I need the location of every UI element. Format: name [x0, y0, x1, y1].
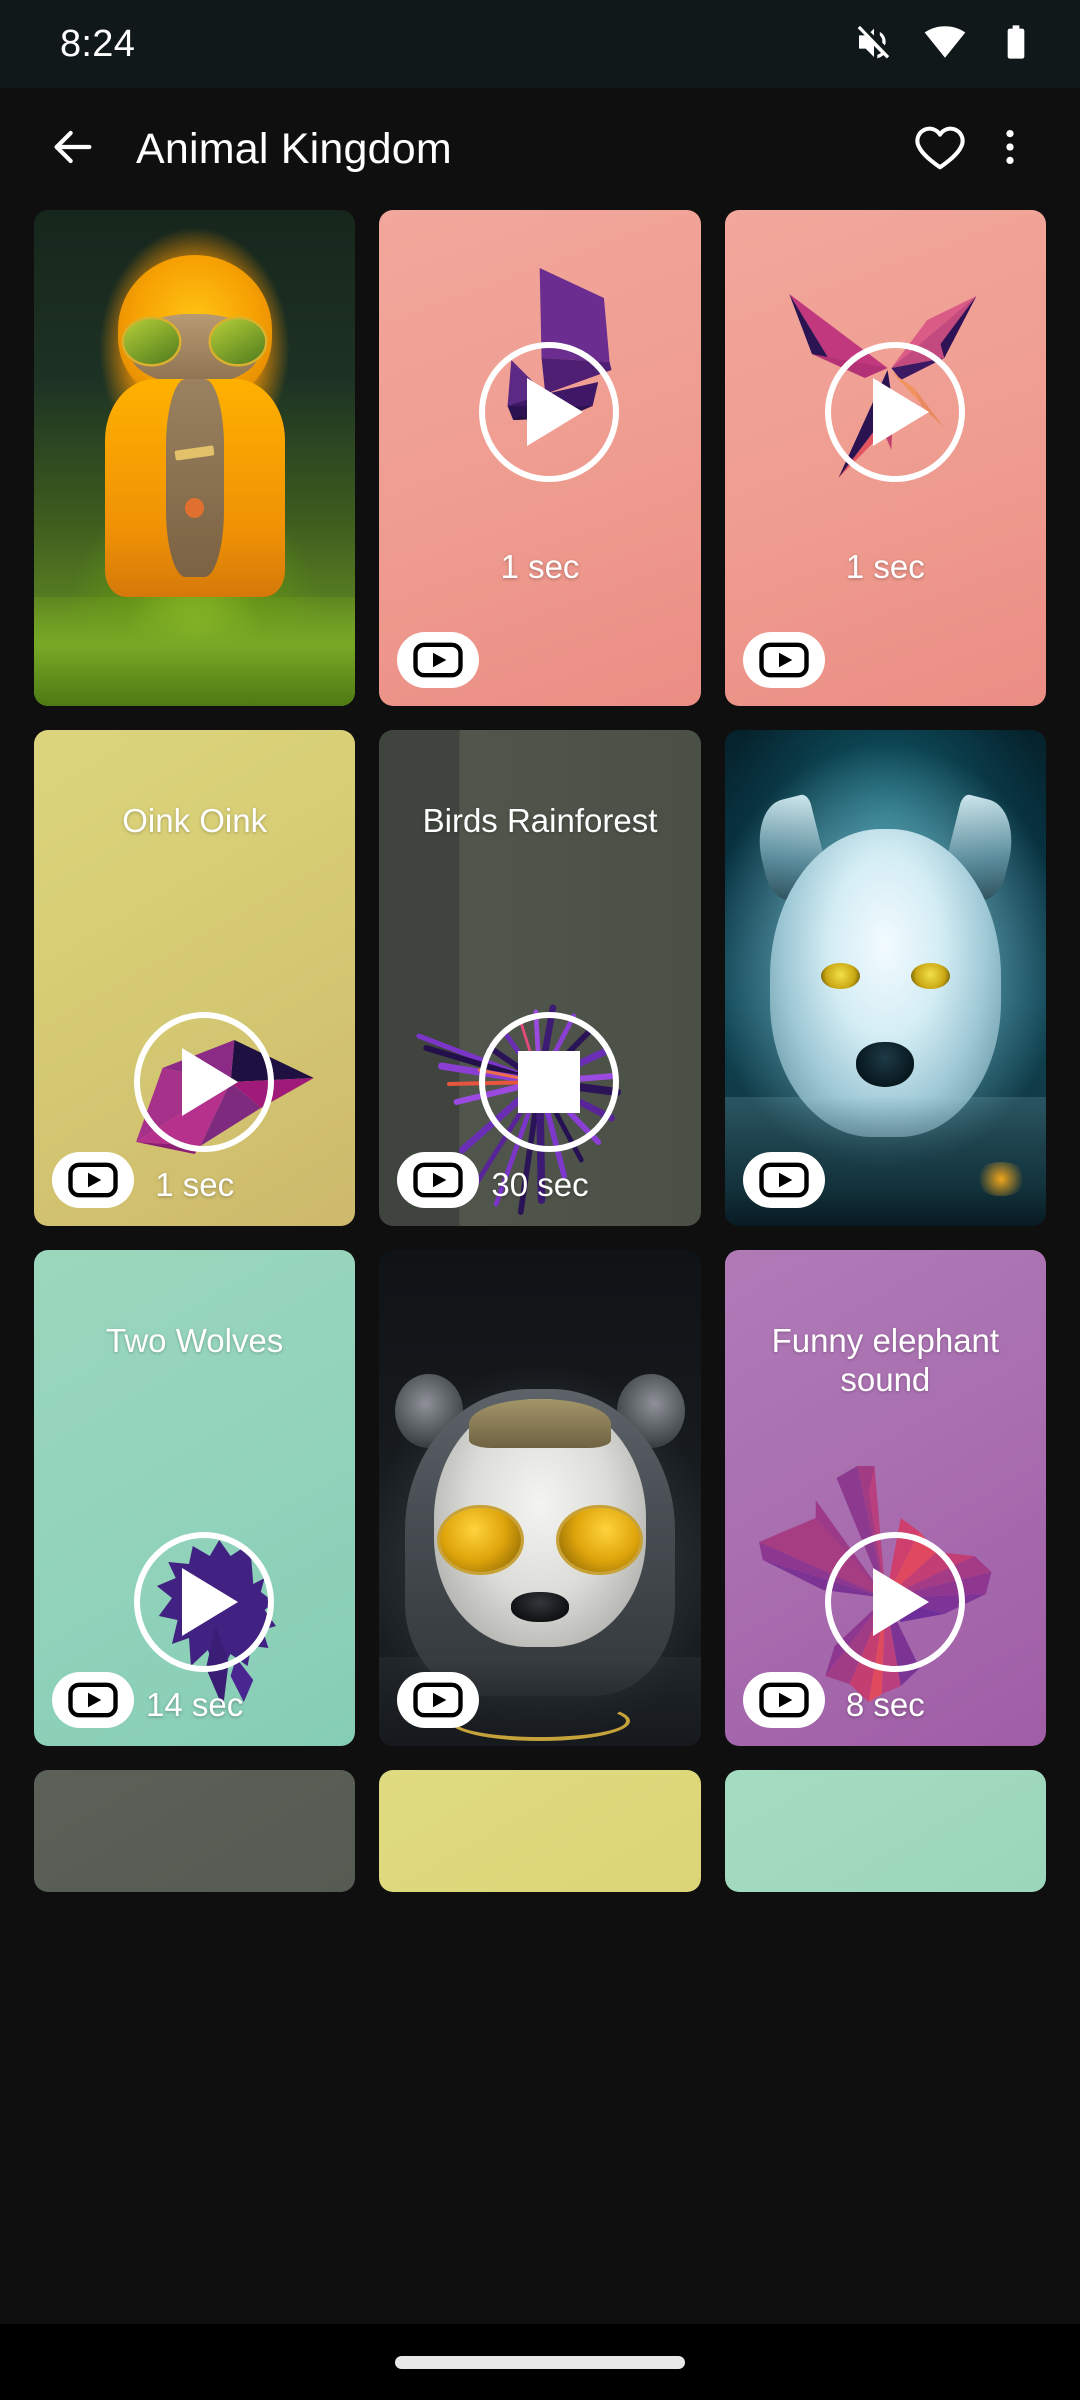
page-title: Animal Kingdom [136, 124, 452, 173]
play-triangle-icon [872, 378, 929, 446]
card-title: Funny elephant sound [771, 1322, 1000, 1398]
youtube-play-badge-icon [68, 1162, 118, 1198]
sound-card[interactable] [379, 1770, 701, 1892]
card-background [724, 1770, 1046, 1892]
sound-card[interactable]: Funny elephant sound 8 sec [724, 1250, 1046, 1746]
sound-card[interactable] [724, 1770, 1046, 1892]
youtube-badge-button[interactable] [397, 1152, 480, 1208]
play-button[interactable] [134, 1532, 274, 1672]
overflow-menu-button[interactable] [980, 109, 1040, 189]
card-background [379, 1770, 701, 1892]
sound-card[interactable]: 1 sec [379, 210, 701, 706]
sound-card[interactable] [34, 210, 356, 706]
play-triangle-icon [527, 378, 584, 446]
youtube-badge-button[interactable] [742, 1672, 825, 1728]
status-clock: 8:24 [60, 22, 136, 65]
youtube-badge-button[interactable] [742, 632, 825, 688]
play-triangle-icon [182, 1568, 238, 1636]
app-bar: Animal Kingdom [0, 88, 1080, 210]
heart-outline-icon [913, 120, 967, 179]
sound-card[interactable]: 1 sec [724, 210, 1046, 706]
youtube-play-badge-icon [758, 642, 809, 678]
system-navigation-bar [0, 2324, 1080, 2400]
stop-square-icon [518, 1051, 581, 1113]
wifi-icon [924, 21, 966, 68]
play-triangle-icon [182, 1048, 238, 1116]
youtube-play-badge-icon [413, 642, 464, 678]
sound-card[interactable] [379, 1250, 701, 1746]
sound-card[interactable]: Birds Rainforest 30 sec [379, 730, 701, 1226]
youtube-badge-button[interactable] [52, 1672, 134, 1728]
play-button[interactable] [824, 1532, 965, 1672]
sound-card[interactable]: Oink Oink 1 sec [34, 730, 356, 1226]
card-title: Oink Oink [122, 802, 268, 839]
youtube-play-badge-icon [758, 1162, 809, 1198]
back-button[interactable] [34, 110, 112, 188]
sound-card[interactable]: Two Wolves 14 sec [34, 1250, 356, 1746]
stop-button[interactable] [479, 1012, 620, 1152]
card-background-photo-rabbit [34, 210, 356, 706]
arrow-back-icon [45, 119, 101, 180]
youtube-badge-button[interactable] [397, 1672, 480, 1728]
sound-card[interactable] [724, 730, 1046, 1226]
play-button[interactable] [824, 342, 965, 482]
youtube-badge-button[interactable] [742, 1152, 825, 1208]
play-triangle-icon [872, 1568, 929, 1636]
sound-card-grid: 1 sec 1 sec Oink Oink 1 sec Birds Rainfo… [0, 210, 1080, 1892]
youtube-badge-button[interactable] [52, 1152, 134, 1208]
card-title: Two Wolves [106, 1322, 284, 1359]
youtube-play-badge-icon [413, 1682, 464, 1718]
more-vertical-icon [987, 124, 1033, 175]
youtube-play-badge-icon [413, 1162, 464, 1198]
play-button[interactable] [479, 342, 620, 482]
battery-icon [996, 22, 1036, 67]
play-button[interactable] [134, 1012, 274, 1152]
status-bar: 8:24 [0, 0, 1080, 88]
youtube-play-badge-icon [68, 1682, 118, 1718]
card-duration: 1 sec [845, 548, 925, 585]
home-gesture-pill[interactable] [395, 2355, 685, 2369]
favorite-button[interactable] [900, 109, 980, 189]
volume-off-icon [854, 22, 894, 67]
sound-card[interactable] [34, 1770, 356, 1892]
card-background [34, 1770, 356, 1892]
youtube-badge-button[interactable] [397, 632, 480, 688]
youtube-play-badge-icon [758, 1682, 809, 1718]
status-icon-group [854, 21, 1036, 68]
card-duration: 1 sec [500, 548, 580, 585]
card-title: Birds Rainforest [422, 802, 658, 839]
